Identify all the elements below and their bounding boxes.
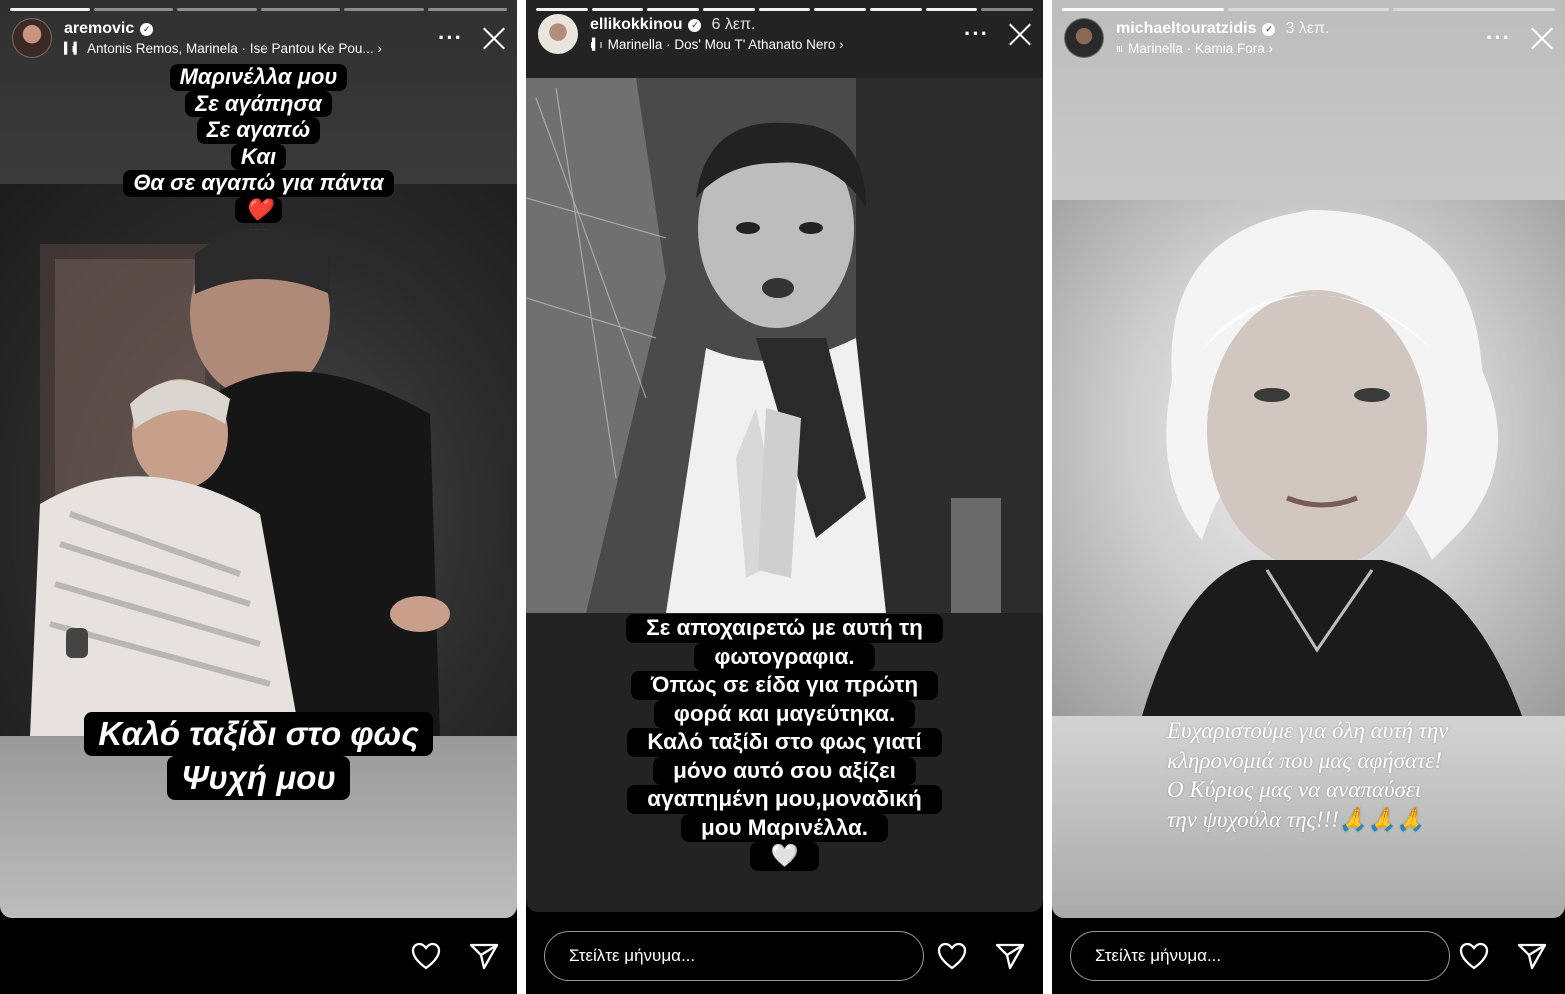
more-icon[interactable]: ··· [964, 21, 989, 47]
caption-line: αγαπημένη μου,μοναδική [627, 785, 942, 814]
story-progress-bar [10, 8, 507, 11]
story-header: michaeltouratzidis ✓ 3 λεπ. ııı Marinell… [1064, 14, 1555, 62]
music-title: Antonis Remos, Marinela · Ise Pantou Ke … [86, 41, 382, 56]
story-footer: Στείλτε μήνυμα... [526, 918, 1043, 994]
story-screenshots: Μαρινέλλα μου Σε αγάπησα Σε αγαπώ Και Θα… [0, 0, 1565, 994]
caption-line: Σε αγαπώ [196, 117, 321, 144]
more-icon[interactable]: ··· [1486, 25, 1511, 51]
caption-line: φορά και μαγεύτηκα. [653, 699, 916, 728]
progress-segment [427, 8, 507, 11]
verified-badge-icon: ✓ [1262, 22, 1276, 36]
story-footer: Στείλτε μήνυμα... [1052, 918, 1565, 994]
music-bars-icon: ııı [1116, 42, 1123, 55]
caption-line: την ψυχούλα της!!!🙏🙏🙏 [1167, 806, 1425, 832]
caption-line: Μαρινέλλα μου [169, 64, 348, 91]
message-placeholder: Στείλτε μήνυμα... [1095, 946, 1222, 965]
white-heart-emoji: 🤍 [750, 842, 819, 871]
story-ellikokkinou[interactable]: Σε αποχαιρετώ με αυτή τη φωτογραφια. Όπω… [526, 0, 1043, 994]
heart-icon[interactable] [1459, 942, 1489, 970]
story-caption: Σε αποχαιρετώ με αυτή τη φωτογραφια. Όπω… [526, 614, 1043, 871]
avatar[interactable] [1064, 18, 1104, 58]
story-michaeltouratzidis[interactable]: Ευχαριστούμε για όλη αυτή την κληρονομιά… [1052, 0, 1565, 994]
progress-segment [177, 8, 257, 11]
send-icon[interactable] [1517, 942, 1547, 970]
message-input[interactable]: Στείλτε μήνυμα... [1070, 931, 1450, 981]
avatar[interactable] [12, 18, 52, 58]
story-footer [0, 918, 517, 994]
message-input[interactable]: Στείλτε μήνυμα... [544, 931, 924, 981]
caption-line: Σε αποχαιρετώ με αυτή τη [626, 614, 943, 643]
progress-segment [1393, 8, 1556, 11]
caption-line: Καλό ταξίδι στο φως [84, 712, 433, 756]
story-card[interactable]: Μαρινέλλα μου Σε αγάπησα Σε αγαπώ Και Θα… [0, 0, 517, 918]
caption-line: μου Μαρινέλλα. [680, 813, 889, 842]
embrace-photo-placeholder [30, 229, 450, 736]
footer-actions [411, 942, 499, 970]
story-card[interactable]: Σε αποχαιρετώ με αυτή τη φωτογραφια. Όπω… [526, 0, 1043, 912]
progress-segment [1062, 8, 1224, 11]
music-link[interactable]: ▍ı▍ Antonis Remos, Marinela · Ise Pantou… [64, 41, 438, 56]
send-icon[interactable] [995, 942, 1025, 970]
close-icon[interactable] [481, 25, 507, 51]
caption-line: κληρονομιά που μας αφήσατε! [1167, 747, 1443, 773]
verified-badge-icon: ✓ [688, 18, 702, 32]
heart-icon[interactable] [937, 942, 967, 970]
red-heart-emoji: ❤️ [234, 196, 283, 223]
progress-segment [93, 8, 173, 11]
post-time: 3 λεπ. [1285, 20, 1330, 37]
caption-line: Καλό ταξίδι στο φως γιατί [627, 728, 942, 757]
caption-line: Ευχαριστούμε για όλη αυτή την [1167, 718, 1449, 743]
story-caption: Ευχαριστούμε για όλη αυτή την κληρονομιά… [1167, 716, 1557, 834]
progress-segment [1227, 8, 1390, 11]
caption-line: Σε αγάπησα [185, 90, 332, 117]
caption-line: φωτογραφια. [694, 642, 875, 671]
caption-line: Ψυχή μου [167, 756, 350, 800]
music-link[interactable]: ı▍ı Marinella · Dos' Mou T' Athanato Ner… [590, 37, 964, 52]
music-bars-icon: ı▍ı [590, 39, 603, 51]
message-placeholder: Στείλτε μήνυμα... [569, 946, 696, 965]
story-aremovic[interactable]: Μαρινέλλα μου Σε αγάπησα Σε αγαπώ Και Θα… [0, 0, 517, 994]
caption-line: Και [230, 143, 287, 170]
close-icon[interactable] [1007, 21, 1033, 47]
story-photo [526, 78, 1043, 613]
story-header: aremovic ✓ ▍ı▍ Antonis Remos, Marinela ·… [12, 14, 507, 62]
music-link[interactable]: ııı Marinella · Kamia Fora › [1116, 41, 1486, 56]
close-icon[interactable] [1529, 25, 1555, 51]
heart-icon[interactable] [411, 942, 441, 970]
footer-actions [1459, 942, 1547, 970]
story-caption-top: Μαρινέλλα μου Σε αγάπησα Σε αγαπώ Και Θα… [0, 64, 517, 223]
send-icon[interactable] [469, 942, 499, 970]
post-time: 6 λεπ. [711, 16, 756, 33]
caption-line: Ο Κύριος μας να αναπαύσει [1167, 777, 1422, 802]
username[interactable]: ellikokkinou [590, 16, 682, 34]
verified-badge-icon: ✓ [140, 22, 154, 36]
story-card[interactable]: Ευχαριστούμε για όλη αυτή την κληρονομιά… [1052, 0, 1565, 918]
caption-line: Όπως σε είδα για πρώτη [630, 671, 939, 700]
story-caption-bottom: Καλό ταξίδι στο φως Ψυχή μου [0, 712, 517, 800]
music-title: Marinella · Dos' Mou T' Athanato Nero › [607, 37, 844, 52]
story-meta: ellikokkinou ✓ 6 λεπ. ı▍ı Marinella · Do… [590, 16, 964, 52]
username[interactable]: michaeltouratzidis [1116, 20, 1256, 38]
avatar[interactable] [538, 14, 578, 54]
progress-segment [344, 8, 424, 11]
story-photo [1052, 200, 1565, 716]
story-meta: michaeltouratzidis ✓ 3 λεπ. ııı Marinell… [1116, 20, 1486, 56]
caption-line: Θα σε αγαπώ για πάντα [123, 170, 394, 197]
progress-segment [10, 8, 90, 11]
footer-actions [937, 942, 1025, 970]
portrait-photo-placeholder [526, 78, 1043, 613]
more-icon[interactable]: ··· [438, 25, 463, 51]
portrait-photo-placeholder [1142, 210, 1522, 716]
music-title: Marinella · Kamia Fora › [1128, 41, 1273, 56]
music-bars-icon: ▍ı▍ [64, 43, 82, 55]
story-meta: aremovic ✓ ▍ı▍ Antonis Remos, Marinela ·… [64, 20, 438, 56]
caption-line: μόνο αυτό σου αξίζει [653, 756, 916, 785]
story-photo [0, 184, 517, 736]
progress-segment [260, 8, 340, 11]
username[interactable]: aremovic [64, 20, 134, 38]
story-progress-bar [1062, 8, 1556, 11]
story-header: ellikokkinou ✓ 6 λεπ. ı▍ı Marinella · Do… [538, 10, 1033, 58]
